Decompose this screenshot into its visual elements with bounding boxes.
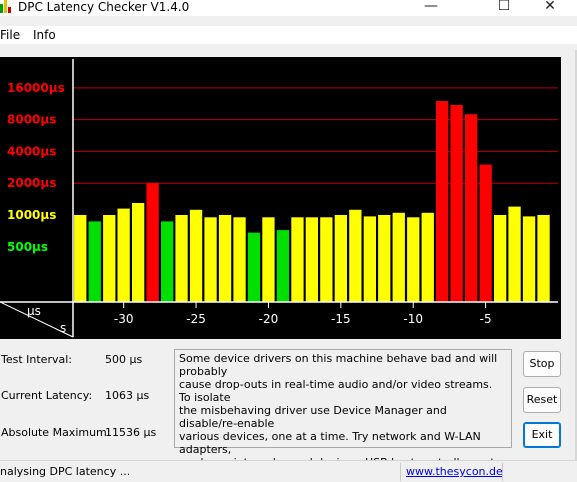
status-bar: nalysing DPC latency ... www.thesycon.de xyxy=(0,460,577,482)
latency-bar xyxy=(146,183,159,302)
latency-bar xyxy=(161,221,174,302)
x-tick-label: -25 xyxy=(186,312,206,326)
diagnosis-message-box: Some device drivers on this machine beha… xyxy=(174,349,512,469)
absolute-maximum-label: Absolute Maximum: xyxy=(1,426,111,439)
latency-bar xyxy=(479,164,492,302)
latency-bar xyxy=(103,215,116,302)
status-divider xyxy=(502,463,503,481)
stop-button[interactable]: Stop xyxy=(523,351,561,377)
y-unit-label: µs xyxy=(27,304,41,318)
y-tick-label: 1000µs xyxy=(7,208,56,222)
diagnosis-line: various devices, one at a time. Try netw… xyxy=(179,430,481,456)
latency-bar xyxy=(407,217,420,302)
latency-bar xyxy=(132,203,145,302)
y-tick-label: 4000µs xyxy=(7,144,56,158)
x-tick-label: -30 xyxy=(114,312,134,326)
latency-bar xyxy=(450,105,463,302)
status-text: nalysing DPC latency ... xyxy=(0,465,131,478)
menu-bar: File Info xyxy=(0,26,577,44)
latency-bar xyxy=(508,206,521,302)
diagnosis-line: Some device drivers on this machine beha… xyxy=(179,352,498,378)
exit-button[interactable]: Exit xyxy=(523,422,561,448)
latency-bar xyxy=(218,215,232,302)
latency-bar xyxy=(363,216,376,302)
latency-bar xyxy=(522,216,536,302)
y-tick-label: 8000µs xyxy=(7,113,56,127)
latency-bar xyxy=(189,209,203,302)
latency-bar xyxy=(537,215,550,302)
latency-bar xyxy=(465,114,478,302)
latency-bar xyxy=(436,101,449,302)
latency-bar xyxy=(305,217,318,302)
reset-button[interactable]: Reset xyxy=(523,387,561,413)
latency-chart: 16000µs 8000µs 4000µs 2000µs 1000µs 500µs µs s -… xyxy=(0,57,561,339)
latency-bar xyxy=(349,209,362,302)
latency-bar xyxy=(276,230,290,302)
website-link[interactable]: www.thesycon.de xyxy=(406,465,503,479)
y-tick-label: 2000µs xyxy=(7,176,56,190)
minimize-button[interactable]: — xyxy=(408,0,454,16)
diagnosis-line: cause drop-outs in real-time audio and/o… xyxy=(179,378,493,404)
latency-bar xyxy=(320,217,333,302)
status-divider xyxy=(400,463,401,481)
test-interval-value: 500 µs xyxy=(105,353,143,366)
latency-bar xyxy=(117,208,130,302)
x-tick-label: -15 xyxy=(331,312,351,326)
latency-bar xyxy=(378,215,391,302)
latency-bar xyxy=(334,215,347,302)
latency-bar xyxy=(247,232,261,302)
latency-bar xyxy=(291,217,304,302)
y-tick-label: 16000µs xyxy=(7,81,65,95)
latency-bar xyxy=(392,212,405,302)
latency-bar xyxy=(262,217,275,302)
menu-file[interactable]: File xyxy=(0,27,20,43)
latency-bar xyxy=(494,215,507,302)
x-unit-label: s xyxy=(60,321,66,335)
x-tick-label: -20 xyxy=(259,312,279,326)
latency-bar xyxy=(233,217,246,302)
window-title: DPC Latency Checker V1.4.0 xyxy=(18,0,190,14)
latency-bar xyxy=(175,215,188,302)
test-interval-label: Test Interval: xyxy=(1,353,72,366)
current-latency-value: 1063 µs xyxy=(105,389,150,402)
y-tick-label: 500µs xyxy=(7,240,48,254)
latency-bar xyxy=(88,221,101,302)
maximize-button[interactable]: ☐ xyxy=(481,0,527,16)
absolute-maximum-value: 11536 µs xyxy=(105,426,157,439)
app-icon xyxy=(0,0,14,14)
diagnosis-line: the misbehaving driver use Device Manage… xyxy=(179,404,447,430)
x-tick-label: -5 xyxy=(480,312,492,326)
menu-info[interactable]: Info xyxy=(33,27,56,43)
latency-bar xyxy=(74,215,87,302)
latency-bar xyxy=(204,217,217,302)
latency-bar xyxy=(421,212,434,302)
close-button[interactable]: ✕ xyxy=(527,0,573,16)
x-tick-label: -10 xyxy=(403,312,423,326)
current-latency-label: Current Latency: xyxy=(1,389,93,402)
title-bar: DPC Latency Checker V1.4.0 — ☐ ✕ xyxy=(0,0,577,16)
